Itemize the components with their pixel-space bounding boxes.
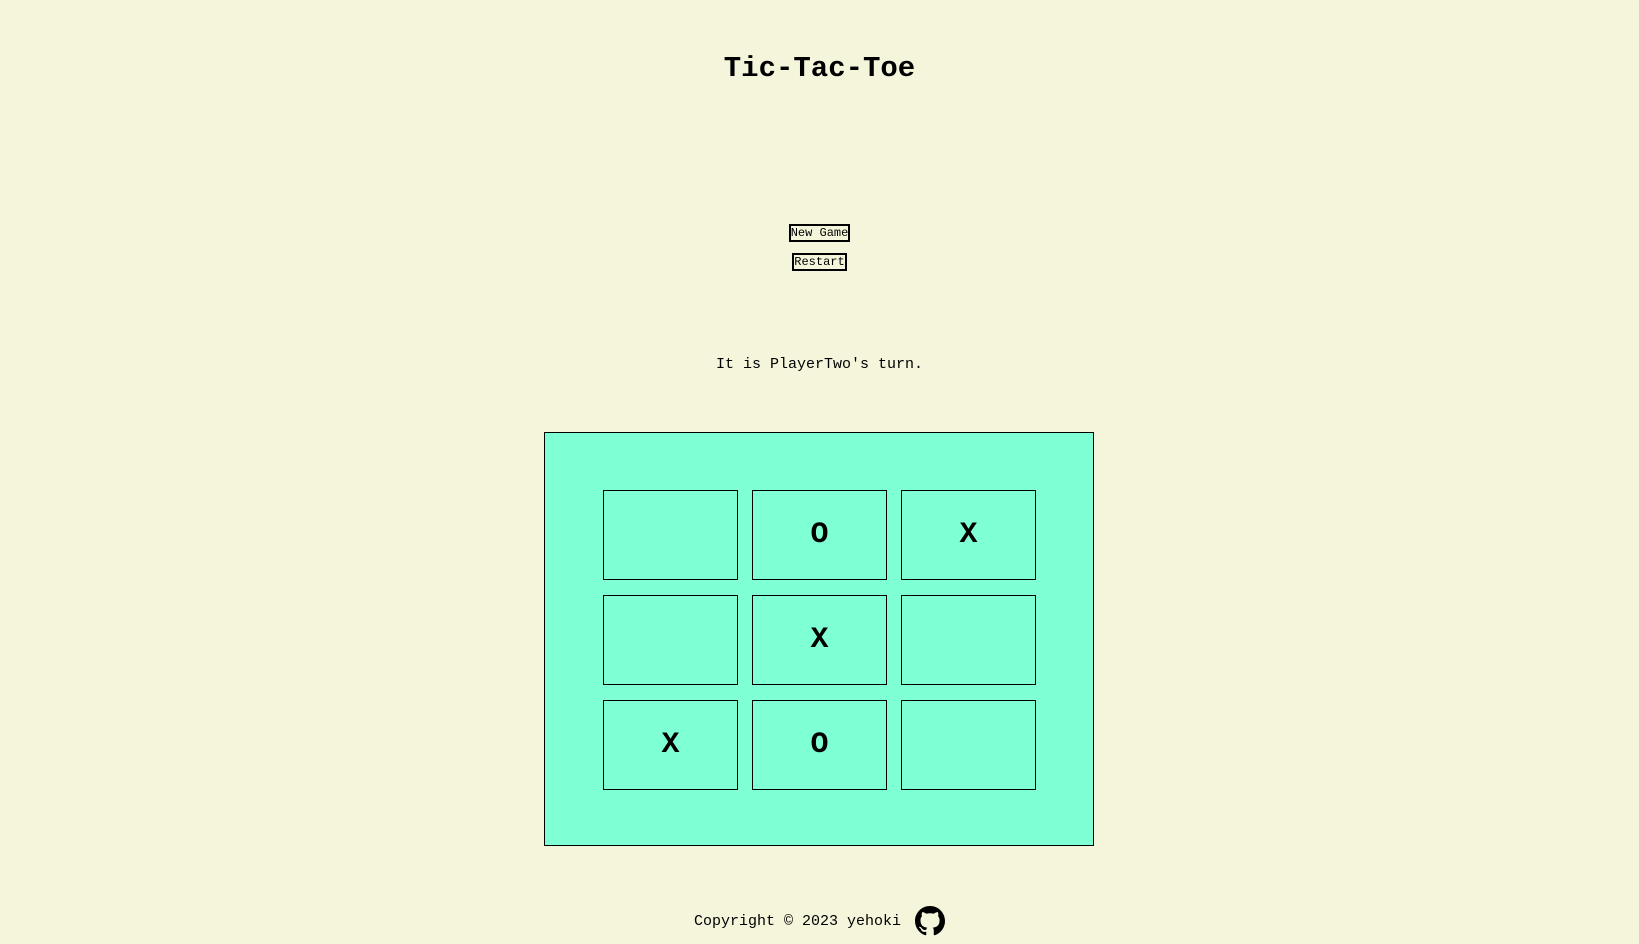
restart-button[interactable]: Restart: [792, 253, 847, 271]
board-grid: O X X X O: [603, 490, 1036, 790]
game-board: O X X X O: [544, 432, 1094, 846]
board-cell-4[interactable]: [603, 595, 738, 685]
copyright-text: Copyright © 2023 yehoki: [693, 912, 902, 930]
board-cell-2[interactable]: O: [752, 490, 887, 580]
board-cell-3[interactable]: X: [901, 490, 1036, 580]
board-cell-5[interactable]: X: [752, 595, 887, 685]
board-cell-7[interactable]: X: [603, 700, 738, 790]
board-cell-8[interactable]: O: [752, 700, 887, 790]
board-cell-6[interactable]: [901, 595, 1036, 685]
game-controls: New Game Restart: [0, 224, 1639, 271]
board-cell-9[interactable]: [901, 700, 1036, 790]
footer: Copyright © 2023 yehoki: [0, 906, 1639, 936]
new-game-button[interactable]: New Game: [788, 224, 851, 242]
github-icon[interactable]: [915, 906, 946, 936]
turn-status: It is PlayerTwo's turn.: [715, 356, 924, 373]
board-cell-1[interactable]: [603, 490, 738, 580]
page-title: Tic-Tac-Toe: [723, 52, 916, 85]
